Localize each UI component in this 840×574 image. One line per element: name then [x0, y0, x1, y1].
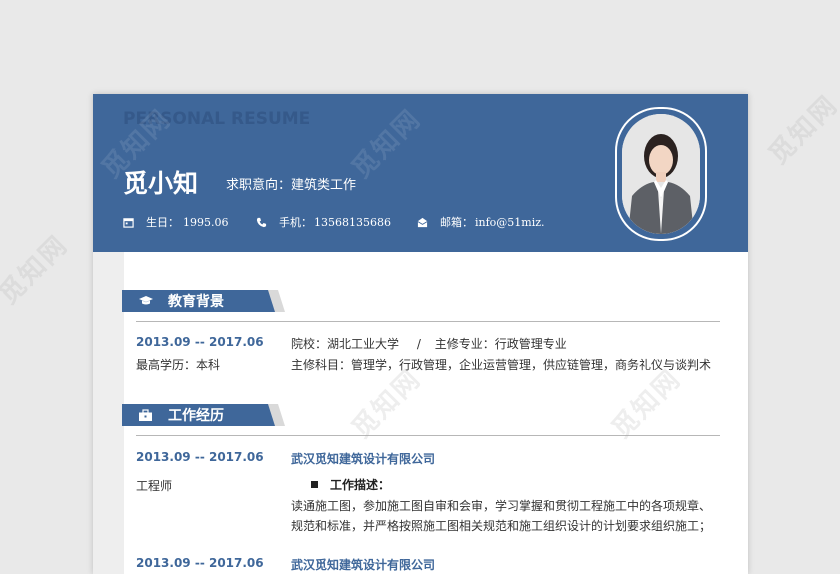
photo-frame: [615, 107, 707, 241]
calendar-icon: [123, 217, 134, 228]
watermark: 觅知网: [763, 89, 840, 171]
education-section-header: 教育背景: [108, 290, 285, 312]
job-objective: 求职意向：建筑类工作: [226, 174, 356, 193]
email-label: 邮箱：: [440, 216, 473, 229]
graduation-cap-icon: [139, 296, 153, 305]
education-degree: 最高学历：本科: [136, 358, 221, 372]
work-section-header: 工作经历: [108, 404, 285, 426]
watermark: 觅知网: [0, 229, 75, 311]
briefcase-icon: [139, 409, 152, 421]
education-date: 2013.09 -- 2017.06: [136, 335, 264, 349]
profile-photo: [622, 114, 700, 234]
job-description-line: 规范和标准，并严格按照施工图相关规范和施工组织设计的计划要求组织施工；: [291, 519, 712, 533]
education-school-name: 院校：湖北工业大学: [291, 337, 400, 351]
work-title: 工作经历: [168, 408, 224, 424]
email-value: info@51miz.: [475, 215, 545, 229]
job-date: 2013.09 -- 2017.06: [136, 450, 264, 464]
mail-icon: [417, 217, 428, 227]
education-divider: [136, 321, 720, 322]
job-label: 求职意向：: [226, 178, 292, 193]
phone-value: 13568135686: [314, 215, 391, 229]
job-value: 建筑类工作: [291, 178, 357, 193]
birth-info: 生日： 1995.06: [123, 214, 229, 230]
job-description-title: 工作描述：: [330, 478, 391, 492]
resume-page: PERSONAL RESUME 觅小知 求职意向：建筑类工作 生日： 1995.…: [93, 94, 748, 574]
email-info: 邮箱： info@51miz.: [417, 214, 545, 230]
job-date: 2013.09 -- 2017.06: [136, 556, 264, 570]
job-company: 武汉觅知建筑设计有限公司: [291, 558, 436, 572]
education-separator: /: [416, 337, 421, 351]
birth-value: 1995.06: [183, 215, 229, 229]
job-company: 武汉觅知建筑设计有限公司: [291, 452, 436, 466]
bullet-marker: [311, 481, 318, 488]
phone-icon: [256, 217, 267, 227]
job-position: 工程师: [136, 479, 173, 493]
phone-label: 手机：: [279, 216, 312, 229]
phone-info: 手机： 13568135686: [256, 214, 391, 230]
education-school: 院校：湖北工业大学 / 主修专业：行政管理专业: [291, 335, 567, 352]
education-courses: 主修科目：管理学，行政管理，企业运营管理，供应链管理，商务礼仪与谈判术: [291, 358, 712, 372]
education-major: 主修专业：行政管理专业: [434, 337, 567, 351]
education-title: 教育背景: [168, 294, 224, 310]
job-description-line: 读通施工图，参加施工图自审和会审，学习掌握和贯彻工程施工中的各项规章、: [291, 499, 712, 513]
birth-label: 生日：: [146, 216, 179, 229]
